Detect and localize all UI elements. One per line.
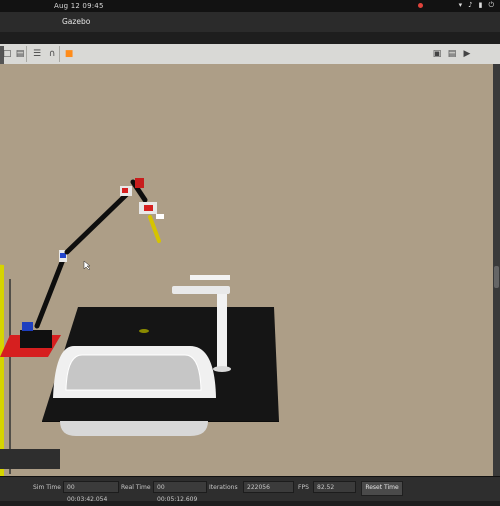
recording-indicator-icon [418, 3, 423, 8]
camera-icon[interactable]: ▣ [430, 47, 444, 61]
window-title: Gazebo [62, 17, 91, 26]
headphones-icon[interactable]: ∩ [45, 47, 59, 61]
status-bar: Sim Time 00 00:03:42.054 Real Time 00 00… [0, 476, 500, 503]
sink-underside [60, 421, 208, 436]
faucet-body [217, 288, 227, 370]
main-toolbar: □ ▤ ☰ ∩ ■ ▣ ▤ ▶ [0, 44, 500, 65]
chart-icon[interactable]: ☰ [30, 47, 44, 61]
fps-label: FPS [298, 484, 309, 491]
log-icon[interactable]: ▤ [445, 47, 459, 61]
sink-inner [66, 355, 201, 390]
scene-render[interactable] [0, 64, 493, 476]
system-tray[interactable]: ▾ ♪ ▮ ⏻ [459, 1, 494, 10]
real-time-field[interactable]: 00 00:05:12.609 [153, 481, 207, 503]
save-icon[interactable]: ▤ [13, 47, 27, 61]
real-time-label: Real Time [121, 484, 151, 491]
video-icon[interactable]: ▶ [460, 47, 474, 61]
iterations-label: Iterations [209, 484, 238, 491]
robot-wrist-red [135, 178, 144, 188]
faucet-spout [172, 286, 230, 294]
fps-field[interactable]: 82.52 [313, 481, 356, 493]
sim-time-label: Sim Time [33, 484, 61, 491]
system-top-bar: Aug 12 09:45 ▾ ♪ ▮ ⏻ [0, 0, 500, 12]
robot-joint-elbow-marker [60, 253, 66, 258]
new-icon[interactable]: □ [0, 47, 14, 61]
volume-icon[interactable]: ♪ [468, 1, 472, 10]
robot-base-joint [22, 322, 33, 331]
faucet-handle [190, 275, 230, 280]
clock[interactable]: Aug 12 09:45 [54, 2, 104, 10]
viewport-scrollbar[interactable] [493, 64, 500, 476]
reset-time-button[interactable]: Reset Time [361, 481, 403, 496]
power-icon[interactable]: ⏻ [488, 1, 494, 10]
3d-viewport[interactable] [0, 64, 493, 476]
gripper-finger [156, 214, 164, 219]
toolbar-separator [59, 46, 60, 62]
faucet-base [213, 366, 231, 372]
robot-icon[interactable]: ■ [62, 47, 76, 61]
drain [139, 329, 149, 333]
window-titlebar[interactable]: Gazebo [0, 12, 500, 32]
robot-joint-wrist-marker [122, 188, 128, 193]
scrollbar-thumb[interactable] [494, 266, 499, 288]
network-icon[interactable]: ▾ [459, 1, 463, 10]
iterations-field[interactable]: 222056 [243, 481, 294, 493]
robot-base [20, 330, 52, 348]
robot-gripper-marker [144, 205, 153, 211]
battery-icon[interactable]: ▮ [479, 1, 483, 10]
yellow-post [0, 264, 4, 476]
sim-time-field[interactable]: 00 00:03:42.054 [63, 481, 119, 503]
toolbar-separator [26, 46, 27, 62]
